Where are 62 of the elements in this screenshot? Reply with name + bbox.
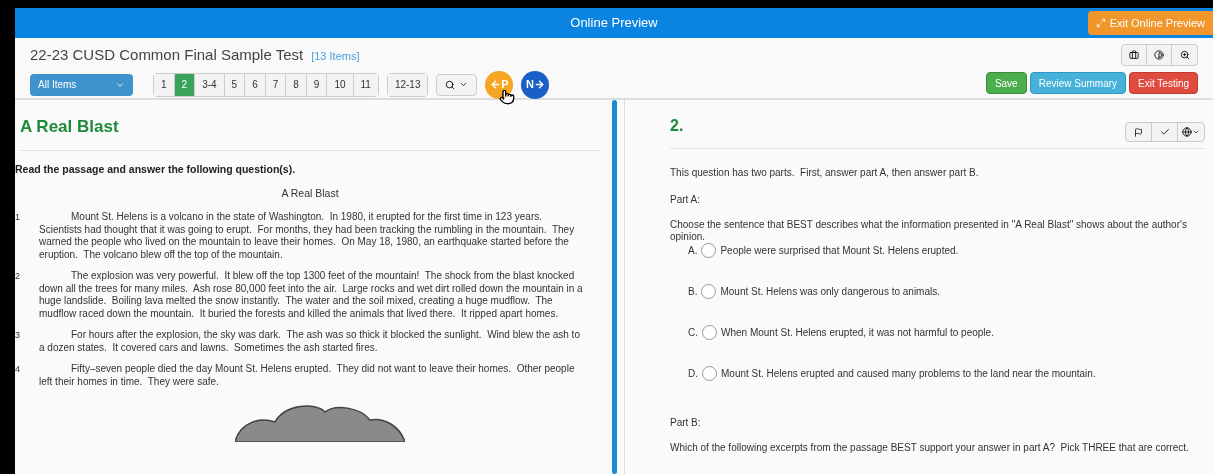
paragraph-number: 3 bbox=[15, 329, 21, 342]
action-button[interactable]: Exit Testing bbox=[1129, 72, 1198, 94]
part-label: Part A: bbox=[670, 193, 701, 207]
page-tab[interactable]: 3-4 bbox=[195, 73, 225, 96]
radio-button[interactable] bbox=[702, 325, 717, 340]
passage-heading: A Real Blast bbox=[20, 114, 600, 151]
passage-instruction: Read the passage and answer the following question(s). bbox=[15, 161, 297, 177]
test-title: 22-23 CUSD Common Final Sample Test bbox=[30, 45, 304, 65]
answer-option[interactable]: C. When Mount St. Helens erupted, it was not harmful to people. bbox=[688, 325, 1205, 340]
zoom-in-icon bbox=[1179, 50, 1190, 60]
option-letter: B. bbox=[688, 285, 698, 299]
radio-button[interactable] bbox=[702, 366, 717, 381]
next-button[interactable]: N bbox=[521, 70, 550, 99]
radio-button[interactable] bbox=[701, 243, 717, 258]
answer-option[interactable]: B. Mount St. Helens was only dangerous to animals. bbox=[688, 284, 1205, 299]
paragraph-number: 1 bbox=[15, 211, 21, 224]
caret-icon bbox=[1192, 128, 1200, 136]
option-text: Mount St. Helens erupted and caused many problems to the land near the mountain. bbox=[721, 367, 1096, 381]
check-icon bbox=[1159, 127, 1170, 137]
option-text: When Mount St. Helens erupted, it was not harmful to people. bbox=[721, 326, 994, 340]
flag-icon bbox=[1134, 127, 1143, 137]
scroll-bar[interactable] bbox=[612, 100, 617, 474]
passage-paragraph: Mount St. Helens is a volcano in the state of Washington. In 1980, it erupted for the first time in 123 years. Scientists had thought that it was going to erupt. For months, they had been tracking the rumbling in the mountain. They warned the people who lived on the mountain to leave their homes. On May 18, 1980, an earthquake started before the eruption. The volcano blew off the top of the mountain. bbox=[39, 211, 576, 261]
page-tab[interactable]: 7 bbox=[265, 73, 287, 96]
caret-icon bbox=[459, 80, 469, 89]
option-letter: C. bbox=[688, 326, 698, 340]
item-count: [13 Items] bbox=[311, 49, 360, 64]
briefcase-icon bbox=[1129, 50, 1139, 60]
question-number: 2. bbox=[670, 116, 684, 136]
question-intro: This question has two parts. First, answer part A, then answer part B. bbox=[670, 166, 980, 180]
passage-paragraph: Fifty–seven people died the day Mount St. Helens erupted. They did not want to leave their homes. Other people left their homes in time. They were safe. bbox=[39, 363, 576, 388]
passage-paragraph: For hours after the explosion, the sky was dark. The ash was so thick it blocked the sunlight. Wind blew the ash to a dozen states. It covered cars and lawns. Sometimes the ash started fires. bbox=[39, 329, 581, 354]
left-arrow-icon bbox=[490, 79, 502, 90]
page-tab[interactable]: 1 bbox=[154, 73, 175, 96]
passage-title: A Real Blast bbox=[280, 186, 340, 202]
radio-button[interactable] bbox=[701, 284, 717, 299]
header-title: Online Preview bbox=[570, 14, 658, 33]
page-tab[interactable]: 5 bbox=[224, 73, 246, 96]
part-label: Part B: bbox=[670, 416, 702, 430]
page-tab[interactable]: 10 bbox=[327, 73, 354, 96]
page-tab[interactable]: 9 bbox=[306, 73, 328, 96]
page-tab[interactable]: 11 bbox=[353, 73, 378, 96]
answer-option[interactable]: A. People were surprised that Mount St. Helens erupted. bbox=[688, 243, 1205, 258]
paragraph-number: 4 bbox=[15, 363, 21, 376]
expand-icon bbox=[1095, 18, 1106, 28]
page-tab[interactable]: 6 bbox=[245, 73, 266, 96]
search-dropdown[interactable] bbox=[436, 73, 478, 96]
search-icon bbox=[445, 79, 456, 90]
option-letter: A. bbox=[688, 244, 698, 258]
option-letter: D. bbox=[688, 367, 698, 381]
passage-paragraph: The explosion was very powerful. It blew off the top 1300 feet of the mountain! The shock from the blast knocked down all the trees for many miles. Ash rose 80,000 feet into the air. Large rocks and wet dirt rolled down the mountain in a huge landslide. Boiling lava melted the snow instantly. The water and the soil mixed, creating a huge mudflow. The mudflow raced down the mountain. It buried the forests and killed the animals that lived there. It ripped apart homes. bbox=[39, 270, 584, 320]
page-tab[interactable]: 8 bbox=[286, 73, 307, 96]
question-prompt: Choose the sentence that BEST describes what the information presented in "A Real Blast" shows about the author's opinion. bbox=[670, 219, 1188, 243]
answer-option[interactable]: D. Mount St. Helens erupted and caused many problems to the land near the mountain. bbox=[688, 366, 1205, 381]
option-text: People were surprised that Mount St. Helens erupted. bbox=[720, 244, 959, 258]
paragraph-number: 2 bbox=[15, 270, 21, 283]
right-arrow-icon bbox=[533, 79, 545, 90]
page-tab[interactable]: 12-13 bbox=[387, 73, 428, 96]
option-text: Mount St. Helens was only dangerous to animals. bbox=[720, 285, 940, 299]
contrast-icon bbox=[1154, 50, 1164, 60]
question-prompt: Which of the following excerpts from the passage BEST support your answer in part A? Pick THREE that are correct. bbox=[670, 442, 1190, 454]
globe-icon bbox=[1182, 127, 1192, 137]
